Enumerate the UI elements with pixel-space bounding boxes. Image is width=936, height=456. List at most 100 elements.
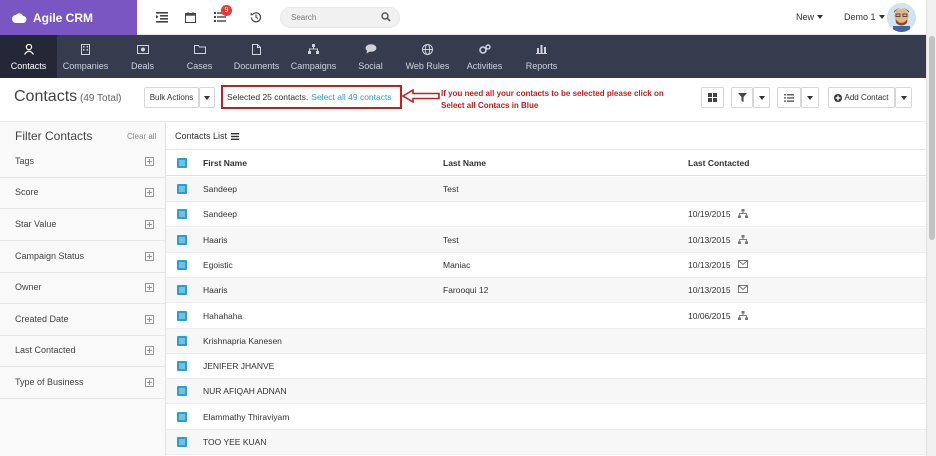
cell-first-name[interactable]: Egoistic xyxy=(203,260,233,270)
column-header-last-contacted[interactable]: Last Contacted xyxy=(688,158,749,168)
chevron-down-icon xyxy=(204,95,210,100)
select-all-checkbox[interactable] xyxy=(177,158,187,168)
grid-view-button[interactable] xyxy=(701,87,724,108)
column-header-first-name[interactable]: First Name xyxy=(203,158,247,168)
search-input[interactable] xyxy=(291,13,379,22)
table-row[interactable]: Krishnapria Kanesen xyxy=(166,328,926,354)
search-box[interactable] xyxy=(280,7,400,28)
filter-button[interactable] xyxy=(731,87,753,108)
bulk-actions-dropdown-button[interactable] xyxy=(199,87,215,108)
row-checkbox[interactable] xyxy=(177,285,187,296)
row-checkbox[interactable] xyxy=(177,184,187,194)
clear-all-filters-link[interactable]: Clear all xyxy=(127,132,156,141)
filter-item-score[interactable]: Score xyxy=(0,178,166,209)
table-row[interactable]: Elammathy Thiraviyam xyxy=(166,405,926,430)
file-icon xyxy=(252,42,261,56)
filter-dropdown-button[interactable] xyxy=(753,87,770,108)
nav-web-rules[interactable]: Web Rules xyxy=(399,35,456,78)
row-checkbox[interactable] xyxy=(177,209,187,220)
table-row[interactable]: JENIFER JHANVE xyxy=(166,354,926,380)
nav-deals-label: Deals xyxy=(130,61,154,71)
nav-companies[interactable]: Companies xyxy=(57,35,114,78)
nav-activities[interactable]: Activities xyxy=(456,35,513,78)
bulk-actions-button[interactable]: Bulk Actions xyxy=(144,87,199,108)
history-icon[interactable] xyxy=(248,10,264,24)
filter-item-created-date[interactable]: Created Date xyxy=(0,305,166,336)
nav-social[interactable]: Social xyxy=(342,35,399,78)
cell-first-name[interactable]: Sandeep xyxy=(203,184,237,194)
cell-first-name[interactable]: TOO YEE KUAN xyxy=(203,437,266,447)
cell-first-name[interactable]: JENIFER JHANVE xyxy=(203,361,274,371)
expand-plus-icon[interactable] xyxy=(145,252,154,261)
cell-first-name[interactable]: Haaris xyxy=(203,235,228,245)
table-row[interactable]: Haaris Farooqui 12 10/13/2015 xyxy=(166,278,926,304)
nav-reports-label: Reports xyxy=(525,61,558,71)
new-menu[interactable]: New xyxy=(796,12,824,22)
cell-last-name: Test xyxy=(443,234,459,245)
row-checkbox[interactable] xyxy=(177,234,187,245)
filter-item-campaign-status[interactable]: Campaign Status xyxy=(0,242,166,273)
filter-item-type-of-business[interactable]: Type of Business xyxy=(0,368,166,399)
table-row[interactable]: TOO YEE KUAN xyxy=(166,430,926,455)
nav-cases[interactable]: Cases xyxy=(171,35,228,78)
user-menu[interactable]: Demo 1 xyxy=(844,12,885,22)
brand-logo[interactable]: Agile CRM xyxy=(0,0,137,35)
cell-last-contacted: 10/13/2015 xyxy=(688,285,731,296)
list-view-dropdown-button[interactable] xyxy=(801,87,819,108)
nav-contacts[interactable]: Contacts xyxy=(0,35,57,78)
row-checkbox[interactable] xyxy=(177,335,187,346)
expand-plus-icon[interactable] xyxy=(145,157,154,166)
search-icon[interactable] xyxy=(381,12,391,22)
page-scrollbar[interactable] xyxy=(926,0,936,456)
hamburger-menu-icon[interactable] xyxy=(231,132,240,140)
nav-deals[interactable]: Deals xyxy=(114,35,171,78)
row-checkbox[interactable] xyxy=(177,361,187,372)
row-checkbox[interactable] xyxy=(177,259,187,270)
sitemap-icon xyxy=(738,209,748,220)
avatar[interactable] xyxy=(887,3,916,32)
table-row[interactable]: Hahahaha 10/06/2015 xyxy=(166,304,926,329)
expand-plus-icon[interactable] xyxy=(145,346,154,355)
add-contact-button[interactable]: Add Contact xyxy=(828,87,895,108)
filter-item-star-value[interactable]: Star Value xyxy=(0,210,166,241)
filter-item-tags[interactable]: Tags xyxy=(0,147,166,178)
filter-item-last-contacted[interactable]: Last Contacted xyxy=(0,336,166,367)
nav-contacts-label: Contacts xyxy=(10,61,47,71)
expand-plus-icon[interactable] xyxy=(145,315,154,324)
contacts-list-header: Contacts List xyxy=(166,122,926,150)
select-all-contacts-link[interactable]: Select all 49 contacts xyxy=(311,92,391,102)
expand-plus-icon[interactable] xyxy=(145,378,154,387)
cell-first-name[interactable]: NUR AFIQAH ADNAN xyxy=(203,386,287,396)
cell-first-name[interactable]: Hahahaha xyxy=(203,311,242,321)
cell-first-name[interactable]: Haaris xyxy=(203,285,228,295)
cell-first-name[interactable]: Krishnapria Kanesen xyxy=(203,336,282,346)
row-checkbox[interactable] xyxy=(177,310,187,321)
contacts-list-title[interactable]: Contacts List xyxy=(175,131,240,141)
expand-plus-icon[interactable] xyxy=(145,220,154,229)
cell-first-name[interactable]: Sandeep xyxy=(203,209,237,219)
add-contact-dropdown-button[interactable] xyxy=(895,87,912,108)
nav-reports[interactable]: Reports xyxy=(513,35,570,78)
nav-documents[interactable]: Documents xyxy=(228,35,285,78)
filter-icon xyxy=(737,93,747,102)
table-row[interactable]: Sandeep 10/19/2015 xyxy=(166,202,926,228)
filter-item-owner[interactable]: Owner xyxy=(0,273,166,304)
row-checkbox[interactable] xyxy=(177,411,187,422)
row-checkbox[interactable] xyxy=(177,386,187,397)
row-checkbox[interactable] xyxy=(177,437,187,447)
table-row[interactable]: Haaris Test 10/13/2015 xyxy=(166,227,926,253)
table-row[interactable]: NUR AFIQAH ADNAN xyxy=(166,379,926,405)
column-header-last-name[interactable]: Last Name xyxy=(443,158,486,168)
expand-plus-icon[interactable] xyxy=(145,283,154,292)
list-view-button[interactable] xyxy=(777,87,801,108)
table-row[interactable]: Sandeep Test xyxy=(166,177,926,202)
notification-badge: 9 xyxy=(221,5,232,16)
nav-campaigns[interactable]: Campaigns xyxy=(285,35,342,78)
scrollbar-thumb[interactable] xyxy=(929,36,935,240)
cell-first-name[interactable]: Elammathy Thiraviyam xyxy=(203,412,289,422)
table-row[interactable]: Egoistic Maniac 10/13/2015 xyxy=(166,253,926,278)
tasks-icon[interactable]: 9 xyxy=(212,5,232,24)
list-indent-icon[interactable] xyxy=(154,10,170,24)
expand-plus-icon[interactable] xyxy=(145,188,154,197)
calendar-icon[interactable] xyxy=(182,10,198,24)
